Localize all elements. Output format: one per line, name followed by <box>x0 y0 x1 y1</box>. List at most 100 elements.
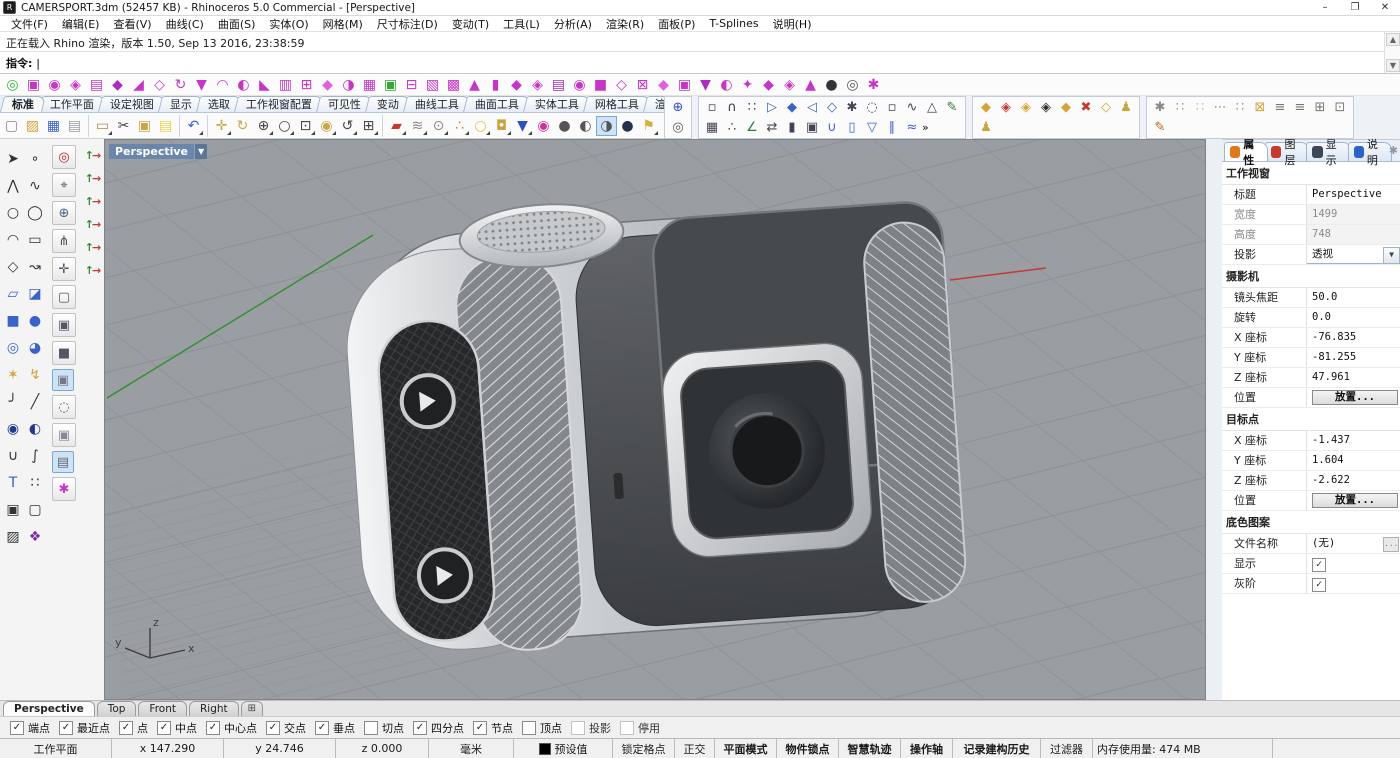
ts-gem-icon[interactable]: ◆ <box>317 75 338 95</box>
blend-icon[interactable]: ∪ <box>2 442 24 469</box>
open-file-icon[interactable]: ▨ <box>22 116 43 136</box>
toolbar-tab-实体工具[interactable]: 实体工具 <box>523 96 591 112</box>
toolbar-tab-工作平面[interactable]: 工作平面 <box>38 96 106 112</box>
ts-sphere2-icon[interactable]: ◎ <box>842 75 863 95</box>
lamp-icon[interactable]: ○ <box>470 116 491 136</box>
property-value[interactable]: 放置... <box>1307 491 1400 510</box>
wire-sphere-dark-icon[interactable]: ◎ <box>668 118 688 137</box>
zoom-in-icon[interactable]: ⊕ <box>253 116 274 136</box>
menu-item-实体(O)[interactable]: 实体(O) <box>262 16 315 32</box>
b-spark-icon[interactable]: ✱ <box>842 98 862 117</box>
lasso-icon[interactable]: ◌ <box>52 395 76 419</box>
perspective-viewport[interactable]: z x y Perspective ▼ <box>104 139 1206 700</box>
ts-open-icon[interactable]: ◇ <box>611 75 632 95</box>
widget-icon[interactable]: ❖ <box>24 523 46 550</box>
menu-item-面板(P)[interactable]: 面板(P) <box>651 16 702 32</box>
restore-button[interactable]: ❐ <box>1340 0 1370 15</box>
dock-gear-icon[interactable]: ✱ <box>52 477 76 501</box>
keyboard-icon[interactable]: ▤ <box>52 451 74 473</box>
ts-curve-icon[interactable]: ◈ <box>65 75 86 95</box>
b2-approx-icon[interactable]: ≈ <box>902 118 922 137</box>
circle-icon[interactable]: ○ <box>2 199 24 226</box>
new-file-icon[interactable]: ▢ <box>1 116 22 136</box>
b2-bar-icon[interactable]: ▮ <box>782 118 802 137</box>
status-记录建构历史[interactable]: 记录建构历史 <box>953 739 1041 758</box>
menu-item-网格(M)[interactable]: 网格(M) <box>316 16 370 32</box>
property-value[interactable]: 748 <box>1307 225 1400 244</box>
ts-sphere-icon[interactable]: ◉ <box>44 75 65 95</box>
b-small-icon[interactable]: ▫ <box>882 98 902 117</box>
osnap-节点[interactable]: ✓节点 <box>473 720 513 736</box>
view-axis-4-icon[interactable]: ↑→ <box>84 214 102 234</box>
hatch-icon[interactable]: ▨ <box>2 523 24 550</box>
status-预设值[interactable]: 预设值 <box>514 739 613 758</box>
ts-arch-icon[interactable]: ◠ <box>212 75 233 95</box>
ts-cage2-icon[interactable]: ▤ <box>548 75 569 95</box>
b-grid-icon[interactable]: ∷ <box>742 98 762 117</box>
menu-item-工具(L)[interactable]: 工具(L) <box>496 16 547 32</box>
cut-icon[interactable]: ✂ <box>113 116 134 136</box>
ts-power-icon[interactable]: ◎ <box>2 75 23 95</box>
ts-handle-icon[interactable]: ◇ <box>149 75 170 95</box>
ts-merge-icon[interactable]: ▧ <box>422 75 443 95</box>
mouse-right-icon[interactable]: ◑ <box>596 116 617 136</box>
pt-grid4-icon[interactable]: ∷ <box>1230 98 1250 117</box>
place-button[interactable]: 放置... <box>1312 493 1398 508</box>
ts-cross-icon[interactable]: ⊠ <box>632 75 653 95</box>
points-icon[interactable]: ∴ <box>449 116 470 136</box>
b2-vee-icon[interactable]: ▽ <box>862 118 882 137</box>
hierarchy-icon[interactable]: ⋔ <box>52 229 76 253</box>
menu-item-分析(A)[interactable]: 分析(A) <box>547 16 599 32</box>
viewport-layout-icon[interactable]: ⊞ <box>358 116 379 136</box>
menu-item-曲线(C)[interactable]: 曲线(C) <box>159 16 211 32</box>
b-node-icon[interactable]: ▫ <box>702 98 722 117</box>
osnap-checkbox-投影[interactable] <box>571 721 585 735</box>
rectangle-icon[interactable]: ▭ <box>24 226 46 253</box>
property-value[interactable]: 50.0 <box>1307 288 1400 307</box>
car-icon[interactable]: ▰ <box>386 116 407 136</box>
ts-block-icon[interactable]: ▩ <box>443 75 464 95</box>
toolbar-tab-工作视窗配置[interactable]: 工作视窗配置 <box>234 96 324 112</box>
surface-rebuild-icon[interactable]: ◪ <box>24 280 46 307</box>
property-value[interactable]: -1.437 <box>1307 431 1400 450</box>
ts-box-icon[interactable]: ▣ <box>23 75 44 95</box>
ts-dot-icon[interactable]: ◉ <box>569 75 590 95</box>
ts-cage-icon[interactable]: ▤ <box>86 75 107 95</box>
toolbar-tab-设定视图[interactable]: 设定视图 <box>98 96 166 112</box>
print-icon[interactable]: ▤ <box>64 116 85 136</box>
browse-button[interactable]: ... <box>1383 537 1399 552</box>
osnap-checkbox-切点[interactable] <box>364 721 378 735</box>
ts-pipe-icon[interactable]: ▮ <box>485 75 506 95</box>
ts-half-icon[interactable]: ◑ <box>338 75 359 95</box>
flag-icon[interactable]: ⚑ <box>638 116 659 136</box>
property-value[interactable]: ✓ <box>1307 574 1400 593</box>
render-play-icon[interactable]: ◈ <box>1016 98 1036 117</box>
menu-item-查看(V)[interactable]: 查看(V) <box>106 16 158 32</box>
new-viewport-icon[interactable]: ⊞ <box>241 701 263 716</box>
polyline-icon[interactable]: ⋀ <box>2 172 24 199</box>
viewport-tab-Right[interactable]: Right <box>189 701 239 716</box>
viewport-title[interactable]: Perspective <box>109 144 194 159</box>
property-value[interactable]: 0.0 <box>1307 308 1400 327</box>
rotate-view-icon[interactable]: ↻ <box>232 116 253 136</box>
stop-icon[interactable]: ◎ <box>52 145 76 169</box>
osnap-顶点[interactable]: 顶点 <box>522 720 562 736</box>
b2-par-icon[interactable]: ∥ <box>882 118 902 137</box>
ts-down-icon[interactable]: ▼ <box>695 75 716 95</box>
b-play-icon[interactable]: ▷ <box>762 98 782 117</box>
b2-slab-icon[interactable]: ▯ <box>842 118 862 137</box>
status-工作平面[interactable]: 工作平面 <box>0 739 112 758</box>
panel-gear-icon[interactable]: ✱ <box>1389 144 1398 157</box>
place-button[interactable]: 放置... <box>1312 390 1398 405</box>
b2-panel-icon[interactable]: ▣ <box>802 118 822 137</box>
b-tri-icon[interactable]: △ <box>922 98 942 117</box>
save-icon[interactable]: ▦ <box>43 116 64 136</box>
surface-icon[interactable]: ▱ <box>2 280 24 307</box>
ts-net-icon[interactable]: ◈ <box>779 75 800 95</box>
paste-icon[interactable]: ▤ <box>155 116 176 136</box>
circle-center-icon[interactable]: ⊙ <box>428 116 449 136</box>
export-icon[interactable]: ▭ <box>92 116 113 136</box>
pt-grid1-icon[interactable]: ∷ <box>1170 98 1190 117</box>
render-rec-icon[interactable]: ◈ <box>996 98 1016 117</box>
menu-item-T-Splines[interactable]: T-Splines <box>702 17 765 30</box>
